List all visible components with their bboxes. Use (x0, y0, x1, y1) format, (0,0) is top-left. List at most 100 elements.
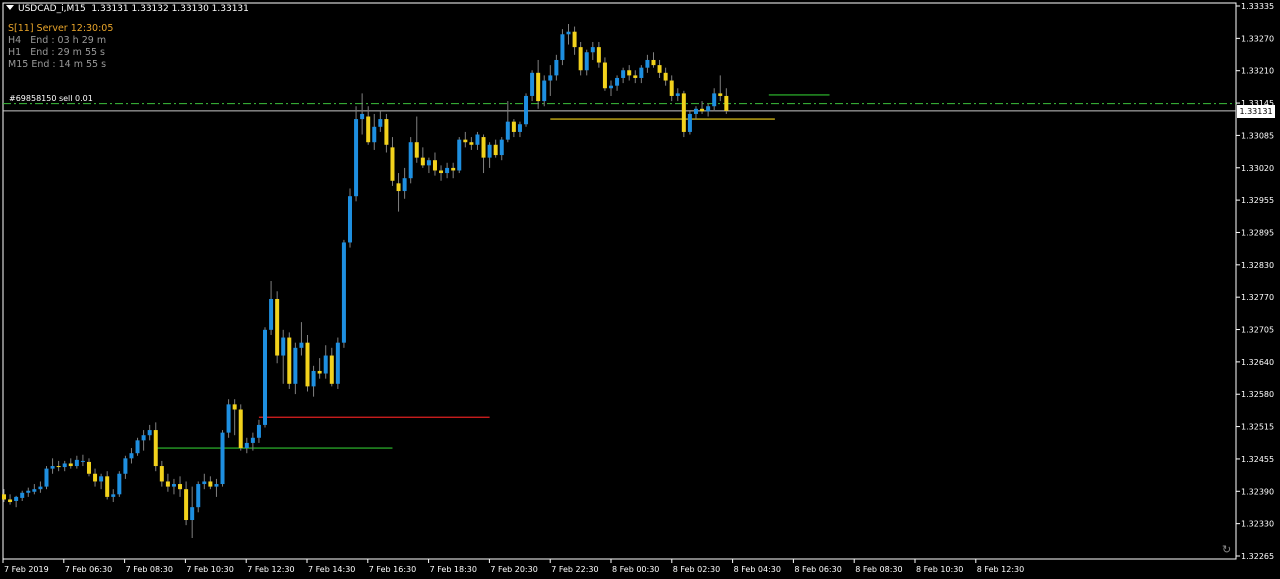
candle-body (184, 489, 189, 521)
y-tick-label: 1.32390 (1241, 487, 1274, 496)
candle-body (86, 461, 91, 474)
candle-body (62, 463, 67, 468)
y-tick-label: 1.33020 (1241, 164, 1274, 173)
x-tick-label: 8 Feb 02:30 (673, 565, 720, 574)
timeframe-label: H1 (8, 47, 22, 58)
candle-body (493, 144, 498, 156)
candle-body (123, 458, 128, 474)
autoscroll-icon[interactable]: ↻ (1222, 543, 1231, 556)
candle-body (232, 404, 237, 410)
candle-body (578, 47, 583, 71)
y-tick-label: 1.33085 (1241, 131, 1274, 140)
candle-body (141, 435, 146, 441)
candle-body (214, 484, 219, 487)
y-tick-label: 1.32705 (1241, 326, 1274, 335)
candle-body (244, 442, 249, 449)
candles-layer (2, 23, 729, 539)
candle-body (596, 47, 601, 63)
symbol-quotes: 1.33131 1.33132 1.33130 1.33131 (91, 4, 249, 14)
candle-body (663, 72, 668, 81)
candle-body (329, 355, 334, 384)
candle-body (347, 196, 352, 243)
candle-body (208, 481, 213, 487)
collapse-triangle-icon[interactable] (6, 5, 14, 10)
candle-body (135, 440, 140, 454)
candle-body (281, 337, 286, 356)
candle-body (590, 47, 595, 53)
candle-body (269, 298, 274, 330)
candle-body (390, 147, 395, 181)
candle-body (560, 34, 565, 60)
candle-body (487, 144, 492, 158)
candle-body (657, 65, 662, 73)
y-tick-label: 1.32955 (1241, 196, 1274, 205)
candle-body (299, 342, 304, 348)
y-tick-label: 1.32265 (1241, 552, 1274, 561)
candle-body (639, 67, 644, 78)
candle-body (651, 59, 656, 66)
candle-body (360, 113, 365, 120)
candle-body (420, 157, 425, 166)
candle-body (190, 507, 195, 521)
timeframe-label: M15 (8, 59, 29, 70)
candle-body (20, 492, 25, 498)
candle-body (8, 499, 13, 503)
candle-body (50, 466, 55, 469)
candle-body (615, 77, 620, 86)
y-tick-label: 1.32580 (1241, 390, 1274, 399)
candle-body (511, 121, 516, 132)
timeframe-row-h1: H1 End : 29 m 55 s (8, 47, 105, 58)
candle-body (68, 463, 73, 467)
timeframe-countdown: End : 29 m 55 s (30, 47, 105, 58)
timeframe-label: H4 (8, 35, 22, 46)
x-tick-label: 7 Feb 10:30 (186, 565, 233, 574)
candle-body (524, 95, 529, 125)
candle-body (445, 167, 450, 174)
y-tick-label: 1.32330 (1241, 520, 1274, 529)
x-tick-label: 8 Feb 06:30 (794, 565, 841, 574)
candle-body (439, 170, 444, 174)
x-tick-label: 7 Feb 06:30 (65, 565, 112, 574)
candle-body (687, 113, 692, 132)
price-chart[interactable]: 1.333351.332701.332101.331451.330851.330… (0, 0, 1280, 579)
candle-body (566, 31, 571, 35)
candle-body (323, 355, 328, 374)
candle-body (633, 75, 638, 78)
candle-body (117, 473, 122, 495)
y-tick-label: 1.33335 (1241, 2, 1274, 11)
candle-body (481, 137, 486, 158)
candle-body (305, 342, 310, 387)
candle-body (335, 342, 340, 384)
candle-body (111, 494, 116, 497)
server-time: S[11] Server 12:30:05 (8, 23, 114, 34)
candle-body (384, 119, 389, 145)
x-tick-label: 7 Feb 20:30 (490, 565, 537, 574)
candle-body (408, 142, 413, 179)
timeframe-countdown: End : 03 h 29 m (30, 35, 107, 46)
candle-body (402, 178, 407, 192)
x-tick-label: 7 Feb 2019 (4, 565, 49, 574)
candle-body (499, 139, 504, 156)
candle-body (256, 424, 261, 438)
candle-body (56, 466, 61, 468)
candle-body (317, 370, 322, 374)
candle-body (74, 459, 79, 467)
candle-body (93, 473, 98, 482)
x-tick-label: 7 Feb 22:30 (551, 565, 598, 574)
candle-body (602, 62, 607, 89)
candle-body (706, 106, 711, 112)
candle-body (153, 430, 158, 467)
symbol-header[interactable]: USDCAD_i,M15 1.33131 1.33132 1.33130 1.3… (6, 4, 249, 15)
candle-body (250, 437, 255, 443)
levels-layer (3, 94, 1236, 449)
candle-body (293, 347, 298, 384)
candle-body (165, 481, 170, 487)
candle-body (14, 496, 19, 501)
x-tick-label: 7 Feb 18:30 (430, 565, 477, 574)
x-tick-label: 7 Feb 16:30 (369, 565, 416, 574)
candle-body (469, 142, 474, 145)
trade-order-label[interactable]: #69858150 sell 0.01 (9, 93, 93, 104)
candle-body (238, 409, 243, 449)
candle-body (396, 183, 401, 192)
candle-body (196, 484, 201, 508)
